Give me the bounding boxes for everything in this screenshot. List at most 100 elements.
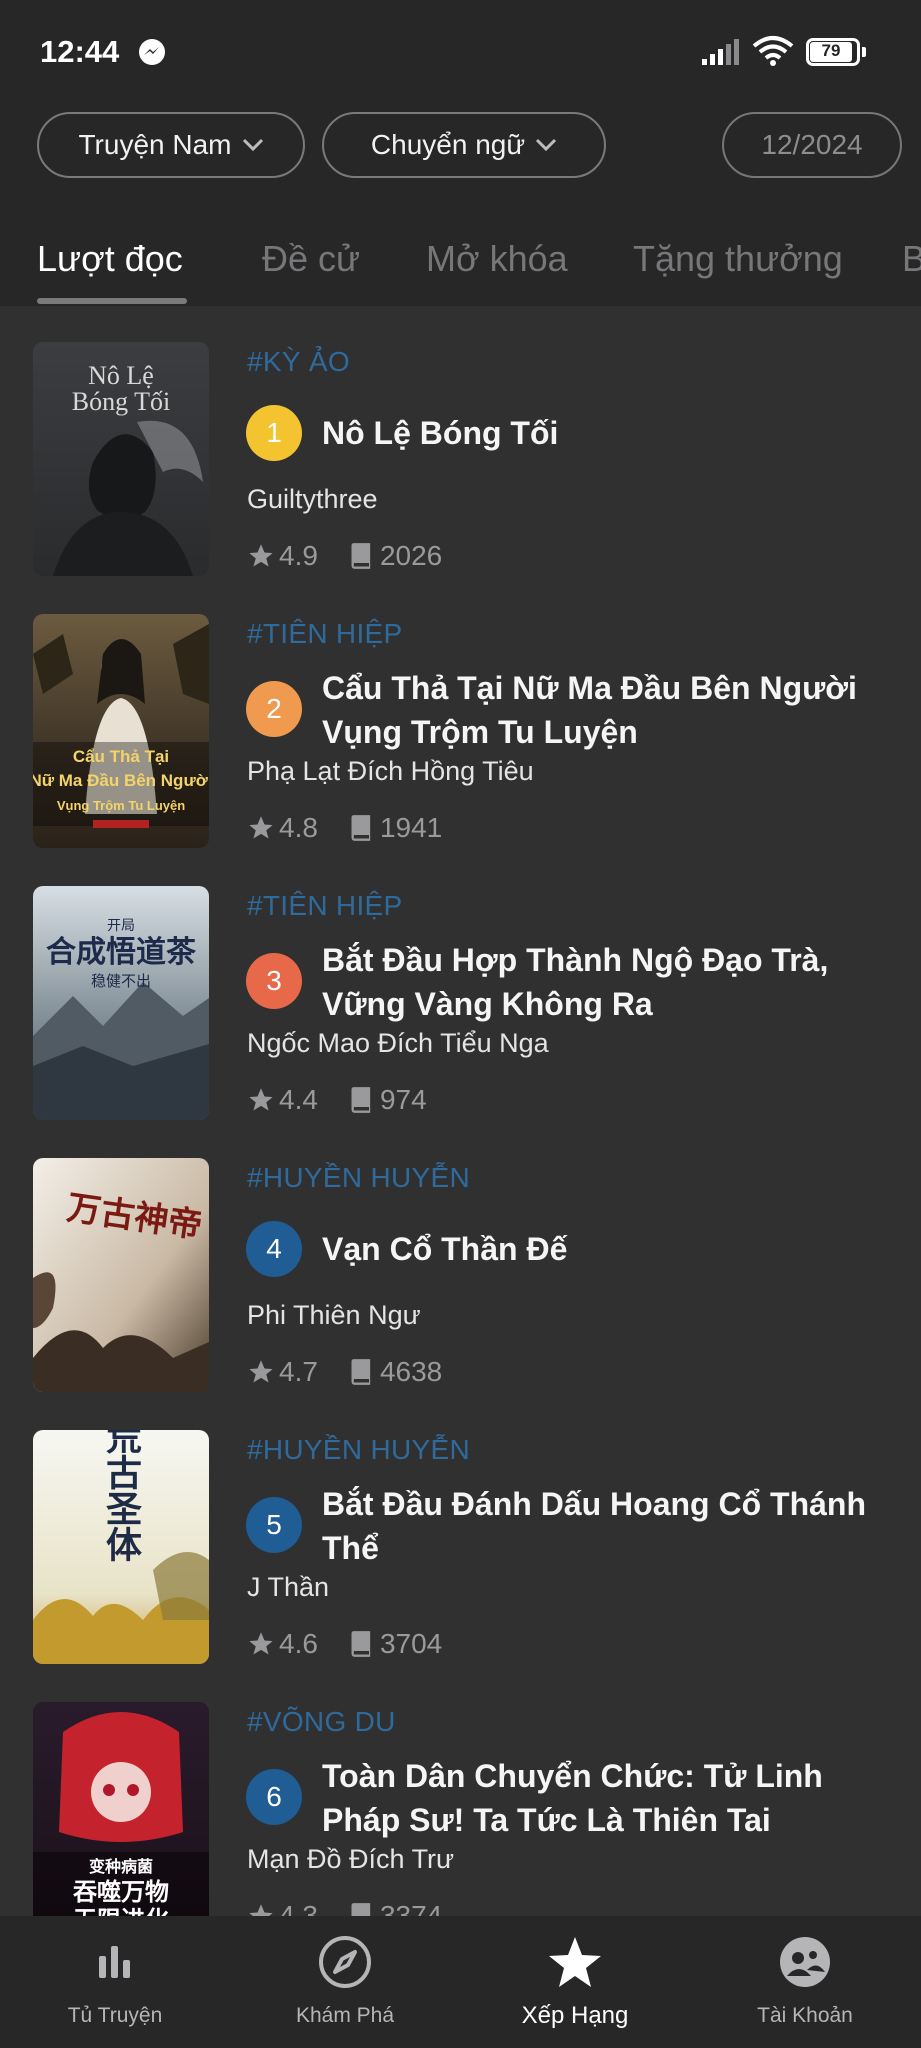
book-chapters: 3374 [379, 1900, 443, 1916]
star-icon [249, 544, 273, 567]
nav-label: Xếp Hạng [521, 2002, 629, 2029]
star-icon [249, 816, 273, 839]
cover-text: 荒古圣体 [100, 1430, 142, 1562]
book-cover[interactable]: 荒古圣体 [33, 1430, 209, 1664]
book-author: Ngốc Mao Đích Tiểu Nga [247, 1028, 549, 1058]
book-chapters: 3704 [379, 1628, 443, 1659]
book-rating: 4.4 [279, 1084, 318, 1115]
cover-text: 无限进化 [73, 1906, 169, 1916]
book-author: Phi Thiên Ngư [247, 1300, 421, 1330]
book-icon [351, 815, 371, 841]
star-icon [549, 1937, 601, 1987]
bottom-navigation: Tủ Truyện Khám Phá Xếp Hạng Tài Khoản [0, 1916, 921, 2048]
list-item[interactable]: 荒古圣体 #HUYỀN HUYỄN 5 Bắt Đầu Đánh Dấu Hoa… [0, 1394, 921, 1666]
rank-badge: 3 [246, 953, 302, 1009]
tab-luot-doc[interactable]: Lượt đọc [37, 238, 183, 280]
star-icon [249, 1904, 273, 1916]
compass-icon [319, 1936, 371, 1988]
tab-mo-khoa[interactable]: Mở khóa [426, 238, 568, 280]
book-title[interactable]: Vạn Cổ Thần Đế [322, 1227, 892, 1271]
book-author: Guiltythree [247, 484, 378, 514]
chevron-down-icon [536, 138, 557, 152]
tab-tang-thuong[interactable]: Tặng thưởng [633, 238, 843, 280]
book-chapters: 974 [379, 1084, 427, 1115]
book-chapters: 4638 [379, 1356, 443, 1387]
book-icon [351, 1631, 371, 1657]
nav-xep-hang[interactable]: Xếp Hạng [460, 1916, 690, 2048]
book-chapters: 2026 [379, 540, 443, 571]
book-title[interactable]: Nô Lệ Bóng Tối [322, 411, 892, 455]
tab-partial[interactable]: B [902, 238, 921, 280]
cover-text: Bóng Tối [72, 387, 170, 416]
book-icon [351, 1359, 371, 1385]
book-genre[interactable]: #HUYỀN HUYỄN [247, 1162, 470, 1194]
list-item[interactable]: 开局 合成悟道茶 稳健不出 #TIÊN HIỆP 3 Bắt Đầu Hợp T… [0, 850, 921, 1122]
date-filter-label: 12/2024 [761, 129, 863, 160]
book-title[interactable]: Bắt Đầu Hợp Thành Ngộ Đạo Trà, Vững Vàng… [322, 938, 892, 1026]
book-meta: 4.8 1941 [247, 812, 442, 844]
list-item[interactable]: Nô Lệ Bóng Tối #KỲ ẢO 1 Nô Lệ Bóng Tối G… [0, 306, 921, 578]
book-meta: 4.3 3374 [247, 1900, 442, 1916]
book-title[interactable]: Bắt Đầu Đánh Dấu Hoang Cổ Thánh Thể [322, 1482, 892, 1570]
type-filter-label: Chuyển ngữ [370, 129, 526, 160]
list-item[interactable]: 变种病菌 吞噬万物 无限进化 #VÕNG DU 6 Toàn Dân Chuyể… [0, 1666, 921, 1916]
book-cover[interactable]: Cẩu Thả Tại Nữ Ma Đầu Bên Người Vụng Trộ… [33, 614, 209, 848]
book-meta: 4.4 974 [247, 1084, 427, 1116]
active-tab-indicator [37, 298, 187, 304]
book-icon [351, 1087, 371, 1113]
book-chapters: 1941 [379, 812, 443, 843]
book-genre[interactable]: #TIÊN HIỆP [247, 890, 402, 922]
cover-text: 合成悟道茶 [46, 935, 197, 970]
book-rating: 4.9 [279, 540, 318, 571]
ranking-tabs: Lượt đọc Đề cử Mở khóa Tặng thưởng B [0, 226, 921, 306]
book-icon [351, 1903, 371, 1916]
book-genre[interactable]: #VÕNG DU [247, 1706, 396, 1738]
cover-text: 开局 [107, 918, 135, 934]
cover-text: 变种病菌 [89, 1857, 153, 1876]
messenger-icon [139, 39, 165, 65]
book-cover[interactable]: 万古神帝 [33, 1158, 209, 1392]
top-header: 12:44 79 Truyện Nam Chuyển ngữ 12/2024 L… [0, 0, 921, 306]
date-filter[interactable]: 12/2024 [722, 112, 902, 178]
book-cover[interactable]: 开局 合成悟道茶 稳健不出 [33, 886, 209, 1120]
signal-icon [702, 39, 739, 65]
book-meta: 4.9 2026 [247, 540, 442, 572]
book-genre[interactable]: #HUYỀN HUYỄN [247, 1434, 470, 1466]
cover-text: Nữ Ma Đầu Bên Người [33, 771, 209, 790]
list-item[interactable]: Cẩu Thả Tại Nữ Ma Đầu Bên Người Vụng Trộ… [0, 578, 921, 850]
book-title[interactable]: Cẩu Thả Tại Nữ Ma Đầu Bên Người Vụng Trộ… [322, 666, 892, 754]
wifi-icon [752, 36, 794, 66]
book-genre[interactable]: #KỲ ẢO [247, 346, 350, 378]
status-bar: 12:44 79 [0, 0, 921, 104]
star-icon [249, 1360, 273, 1383]
cover-text: 吞噬万物 [73, 1878, 169, 1906]
nav-tu-truyen[interactable]: Tủ Truyện [0, 1916, 230, 2048]
nav-label: Tủ Truyện [67, 2004, 163, 2027]
rank-badge: 5 [246, 1497, 302, 1553]
book-author: Phạ Lạt Đích Hồng Tiêu [247, 756, 534, 786]
book-icon [351, 543, 371, 569]
book-rating: 4.3 [279, 1900, 318, 1916]
book-title[interactable]: Toàn Dân Chuyển Chức: Tử Linh Pháp Sư! T… [322, 1754, 892, 1842]
book-genre[interactable]: #TIÊN HIỆP [247, 618, 402, 650]
battery-icon: 79 [806, 38, 866, 66]
book-rating: 4.8 [279, 812, 318, 843]
nav-label: Khám Phá [295, 2004, 395, 2027]
book-cover[interactable]: Nô Lệ Bóng Tối [33, 342, 209, 576]
tab-de-cu[interactable]: Đề cử [262, 238, 360, 280]
list-item[interactable]: 万古神帝 #HUYỀN HUYỄN 4 Vạn Cổ Thần Đế Phi T… [0, 1122, 921, 1394]
type-filter[interactable]: Chuyển ngữ [322, 112, 606, 178]
book-rating: 4.6 [279, 1628, 318, 1659]
category-filter-label: Truyện Nam [78, 129, 232, 160]
chevron-down-icon [242, 138, 263, 152]
book-meta: 4.6 3704 [247, 1628, 442, 1660]
nav-kham-pha[interactable]: Khám Phá [230, 1916, 460, 2048]
book-cover[interactable]: 变种病菌 吞噬万物 无限进化 [33, 1702, 209, 1916]
ranking-list: Nô Lệ Bóng Tối #KỲ ẢO 1 Nô Lệ Bóng Tối G… [0, 306, 921, 1916]
category-filter[interactable]: Truyện Nam [37, 112, 305, 178]
nav-tai-khoan[interactable]: Tài Khoản [690, 1916, 920, 2048]
cover-text: 稳健不出 [91, 972, 151, 990]
rank-badge: 1 [246, 405, 302, 461]
cover-text: Cẩu Thả Tại [73, 747, 169, 766]
rank-badge: 6 [246, 1769, 302, 1825]
